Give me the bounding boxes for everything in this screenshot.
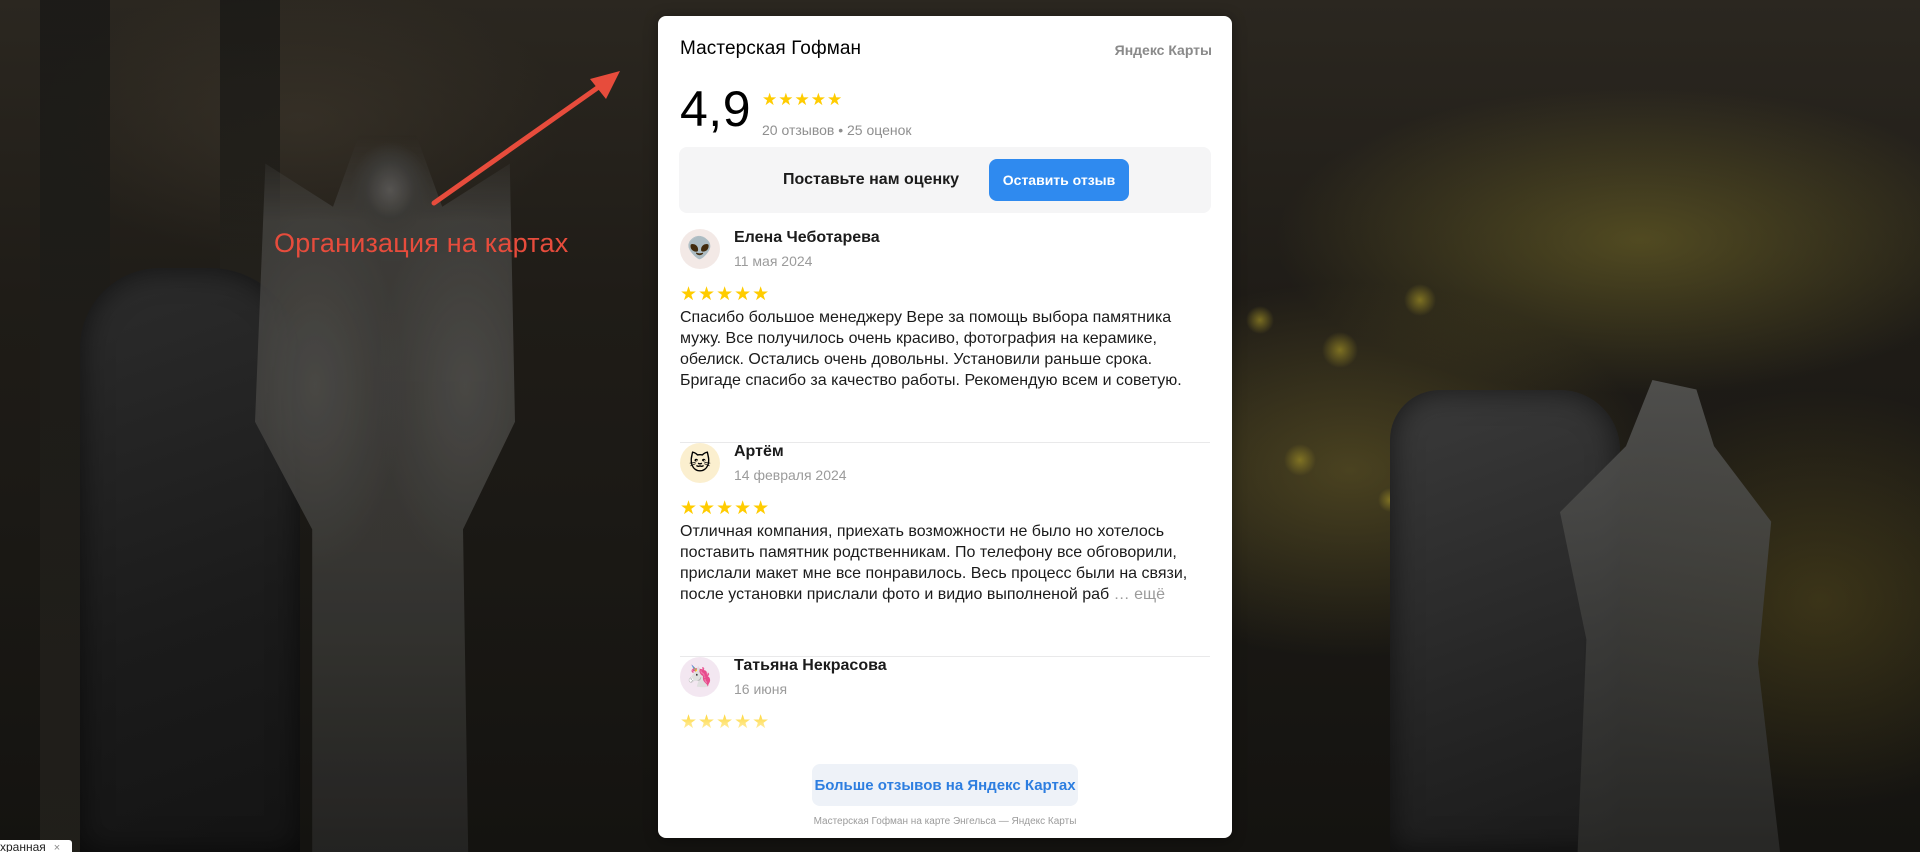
review-author[interactable]: Татьяна Некрасова <box>734 657 887 675</box>
annotation-arrow-icon <box>431 71 620 206</box>
avatar: 👽 <box>680 229 720 269</box>
review-item: 👽 Елена Чеботарева 11 мая 2024 ★★★★★ Спа… <box>680 229 1210 443</box>
rating-value: 4,9 <box>680 81 752 137</box>
review-text: Отличная компания, приехать возможности … <box>680 521 1206 605</box>
review-author[interactable]: Елена Чеботарева <box>734 229 880 247</box>
annotation-label: Организация на картах <box>274 228 569 258</box>
review-text-body: Отличная компания, приехать возможности … <box>680 523 1188 603</box>
corner-tag-text: хранная <box>0 840 46 852</box>
rating-count: 20 отзывов • 25 оценок <box>762 122 912 138</box>
avatar: 🦄 <box>680 657 720 697</box>
review-date: 14 февраля 2024 <box>734 467 847 483</box>
widget-header: Мастерская Гофман Яндекс Карты <box>680 38 1212 68</box>
review-date: 11 мая 2024 <box>734 253 813 269</box>
review-stars-icon: ★★★★★ <box>680 284 771 305</box>
rate-us-prompt: Поставьте нам оценку <box>783 171 960 188</box>
yandex-maps-link[interactable]: Яндекс Карты <box>1115 42 1212 58</box>
rating-summary: 4,9 ★★★★★ 20 отзывов • 25 оценок <box>680 74 1200 144</box>
footer-caption[interactable]: Мастерская Гофман на карте Энгельса — Ян… <box>658 816 1232 827</box>
review-item: 🐱 Артём 14 февраля 2024 ★★★★★ Отличная к… <box>680 443 1210 657</box>
close-icon[interactable]: × <box>54 842 60 852</box>
more-reviews-button[interactable]: Больше отзывов на Яндекс Картах <box>812 764 1078 806</box>
corner-tag[interactable]: хранная × <box>0 840 73 852</box>
leave-review-button[interactable]: Оставить отзыв <box>989 159 1129 201</box>
rate-us-panel: Поставьте нам оценку Оставить отзыв <box>679 147 1211 213</box>
rating-stars-icon: ★★★★★ <box>762 90 844 109</box>
review-stars-icon: ★★★★★ <box>680 498 771 519</box>
reviews-widget: Мастерская Гофман Яндекс Карты 4,9 ★★★★★… <box>658 16 1232 838</box>
list-fade-overlay <box>658 706 1232 756</box>
review-text: Спасибо большое менеджеру Вере за помощь… <box>680 309 1182 389</box>
read-more-link[interactable]: … ещё <box>1114 586 1165 603</box>
review-author[interactable]: Артём <box>734 443 784 461</box>
review-date: 16 июня <box>734 681 788 697</box>
avatar: 🐱 <box>680 443 720 483</box>
